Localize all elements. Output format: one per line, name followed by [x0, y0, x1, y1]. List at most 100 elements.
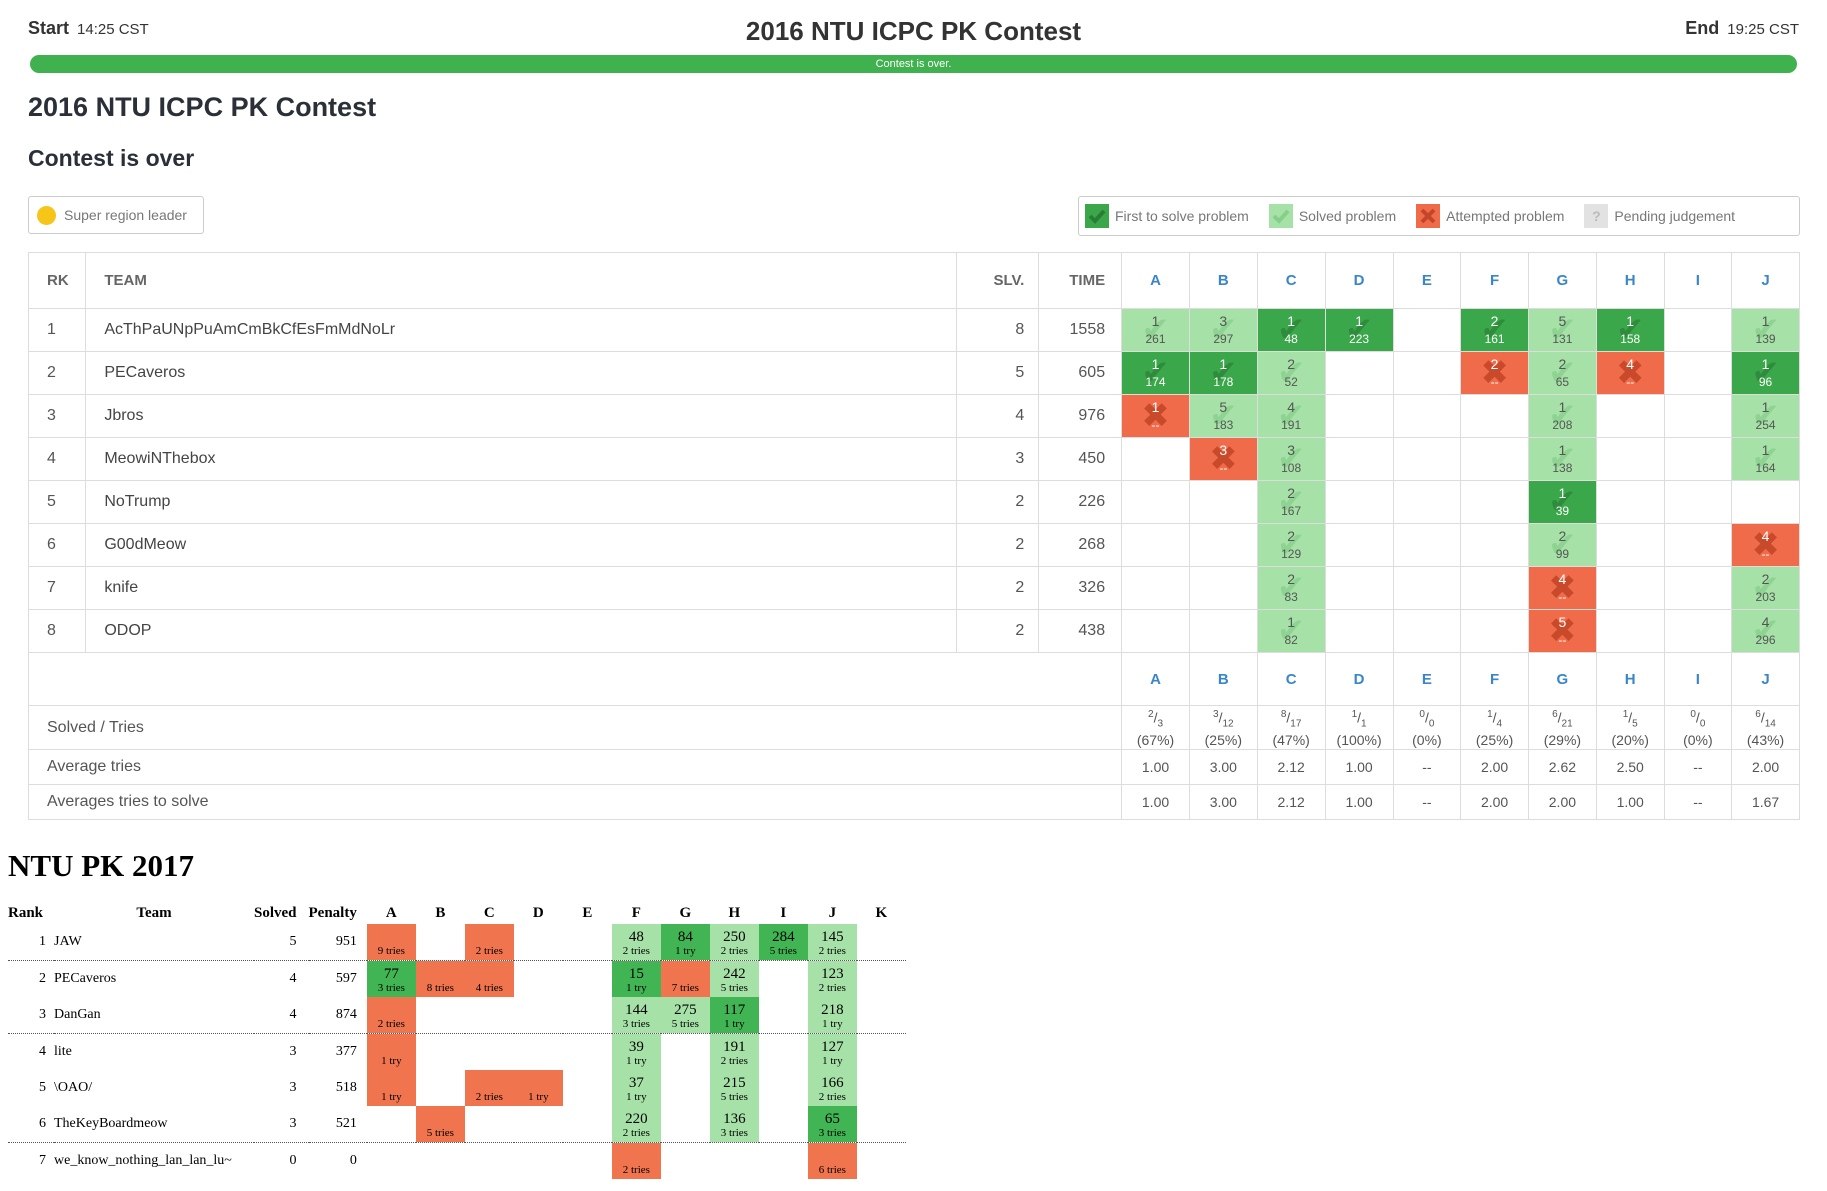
pk-team[interactable]: DanGan: [54, 997, 254, 1034]
team-row[interactable]: 8 ODOP 2 438 ✔ 1 82 ✖ 5 -- ✔ 4 296: [27, 609, 1800, 653]
pk-problem-cell-f[interactable]: 37 1 try: [611, 1070, 661, 1106]
problem-cell-h[interactable]: ✔ 1 158: [1595, 308, 1665, 352]
pk-team[interactable]: TheKeyBoardmeow: [54, 1106, 254, 1143]
pk-team-row[interactable]: 2 PECaveros 4 597 77 3 tries 8 tries 4 tries 15 1…: [8, 961, 906, 998]
pk-problem-cell-h[interactable]: 117 1 try: [709, 997, 759, 1034]
pk-problem-cell-c[interactable]: 2 tries: [464, 924, 514, 961]
pk-problem-cell-h[interactable]: 242 5 tries: [709, 961, 759, 997]
problem-header-i[interactable]: I: [1663, 252, 1733, 309]
problem-cell-g[interactable]: ✔ 1 39: [1527, 480, 1597, 524]
pk-problem-cell-a[interactable]: 1 try: [366, 1034, 416, 1070]
stats-problem-a[interactable]: A: [1121, 652, 1190, 706]
problem-cell-j[interactable]: ✔ 2 203: [1731, 566, 1800, 610]
stats-problem-i[interactable]: I: [1663, 652, 1733, 706]
pk-problem-cell-j[interactable]: 65 3 tries: [807, 1106, 857, 1143]
pk-problem-cell-b[interactable]: 8 tries: [415, 961, 465, 997]
pk-problem-cell-g[interactable]: 84 1 try: [660, 924, 710, 961]
problem-cell-j[interactable]: ✔ 1 139: [1731, 308, 1800, 352]
problem-cell-f[interactable]: ✔ 2 161: [1460, 308, 1529, 352]
pk-problem-cell-d[interactable]: 1 try: [513, 1070, 563, 1106]
pk-problem-cell-g[interactable]: 7 tries: [660, 961, 710, 997]
pk-problem-cell-f[interactable]: 15 1 try: [611, 961, 661, 997]
pk-problem-cell-j[interactable]: 6 tries: [807, 1143, 857, 1179]
problem-cell-c[interactable]: ✔ 1 48: [1256, 308, 1326, 352]
stats-problem-e[interactable]: E: [1392, 652, 1462, 706]
problem-cell-g[interactable]: ✖ 5 --: [1527, 609, 1597, 653]
pk-problem-cell-h[interactable]: 136 3 tries: [709, 1106, 759, 1143]
team-name[interactable]: ODOP: [85, 609, 957, 653]
problem-cell-g[interactable]: ✖ 4 --: [1527, 566, 1597, 610]
problem-cell-j[interactable]: ✔ 1 164: [1731, 437, 1800, 481]
problem-cell-b[interactable]: ✔ 3 297: [1188, 308, 1258, 352]
pk-problem-cell-j[interactable]: 218 1 try: [807, 997, 857, 1034]
problem-header-d[interactable]: D: [1324, 252, 1394, 309]
stats-problem-g[interactable]: G: [1527, 652, 1597, 706]
stats-problem-h[interactable]: H: [1595, 652, 1665, 706]
problem-header-f[interactable]: F: [1460, 252, 1529, 309]
pk-problem-cell-f[interactable]: 144 3 tries: [611, 997, 661, 1034]
problem-cell-c[interactable]: ✔ 2 167: [1256, 480, 1326, 524]
problem-cell-a[interactable]: ✔ 1 174: [1121, 351, 1190, 395]
team-name[interactable]: knife: [85, 566, 957, 610]
pk-problem-cell-h[interactable]: 215 5 tries: [709, 1070, 759, 1106]
pk-team-row[interactable]: 6 TheKeyBoardmeow 3 521 5 tries 220 2 tries 136…: [8, 1106, 906, 1143]
pk-problem-cell-f[interactable]: 2 tries: [611, 1143, 661, 1179]
pk-team-row[interactable]: 7 we_know_nothing_lan_lan_lu~ 0 0 2 tries 6 t…: [8, 1143, 906, 1180]
problem-cell-g[interactable]: ✔ 5 131: [1527, 308, 1597, 352]
pk-problem-cell-a[interactable]: 77 3 tries: [366, 961, 416, 997]
pk-problem-cell-j[interactable]: 123 2 tries: [807, 961, 857, 997]
problem-cell-g[interactable]: ✔ 2 65: [1527, 351, 1597, 395]
pk-team[interactable]: lite: [54, 1034, 254, 1071]
problem-cell-j[interactable]: ✖ 4 --: [1731, 523, 1800, 567]
pk-team[interactable]: PECaveros: [54, 961, 254, 998]
pk-problem-cell-a[interactable]: 1 try: [366, 1070, 416, 1106]
pk-problem-cell-h[interactable]: 250 2 tries: [709, 924, 759, 961]
stats-problem-c[interactable]: C: [1256, 652, 1326, 706]
problem-header-b[interactable]: B: [1188, 252, 1258, 309]
team-row[interactable]: 3 Jbros 4 976 ✖ 1 -- ✔ 5 183 ✔ 4 191 ✔ 1 208 ✔ 1 254: [27, 394, 1800, 438]
problem-header-e[interactable]: E: [1392, 252, 1462, 309]
pk-team-row[interactable]: 4 lite 3 377 1 try 39 1 try 191 2 tries 127 1 try: [8, 1034, 906, 1071]
problem-header-g[interactable]: G: [1527, 252, 1597, 309]
pk-problem-cell-a[interactable]: 9 tries: [366, 924, 416, 961]
problem-cell-f[interactable]: ✖ 2 --: [1460, 351, 1529, 395]
problem-cell-j[interactable]: ✔ 4 296: [1731, 609, 1800, 653]
problem-header-j[interactable]: J: [1731, 252, 1800, 309]
pk-problem-cell-f[interactable]: 220 2 tries: [611, 1106, 661, 1143]
problem-cell-b[interactable]: ✖ 3 --: [1188, 437, 1258, 481]
problem-cell-h[interactable]: ✖ 4 --: [1595, 351, 1665, 395]
problem-cell-c[interactable]: ✔ 3 108: [1256, 437, 1326, 481]
problem-cell-c[interactable]: ✔ 2 83: [1256, 566, 1326, 610]
pk-team[interactable]: \OAO/: [54, 1070, 254, 1106]
pk-problem-cell-c[interactable]: 2 tries: [464, 1070, 514, 1106]
pk-problem-cell-i[interactable]: 284 5 tries: [758, 924, 808, 961]
team-name[interactable]: NoTrump: [85, 480, 957, 524]
pk-problem-cell-g[interactable]: 275 5 tries: [660, 997, 710, 1034]
pk-team[interactable]: we_know_nothing_lan_lan_lu~: [54, 1143, 254, 1180]
stats-problem-b[interactable]: B: [1188, 652, 1258, 706]
team-header[interactable]: TEAM: [85, 252, 957, 309]
problem-cell-a[interactable]: ✖ 1 --: [1121, 394, 1190, 438]
team-name[interactable]: PECaveros: [85, 351, 957, 395]
problem-cell-g[interactable]: ✔ 1 208: [1527, 394, 1597, 438]
problem-header-h[interactable]: H: [1595, 252, 1665, 309]
problem-header-a[interactable]: A: [1121, 252, 1190, 309]
pk-team[interactable]: JAW: [54, 924, 254, 961]
pk-problem-cell-f[interactable]: 48 2 tries: [611, 924, 661, 961]
team-name[interactable]: Jbros: [85, 394, 957, 438]
team-row[interactable]: 7 knife 2 326 ✔ 2 83 ✖ 4 -- ✔ 2 203: [27, 566, 1800, 610]
problem-cell-c[interactable]: ✔ 1 82: [1256, 609, 1326, 653]
problem-cell-b[interactable]: ✔ 5 183: [1188, 394, 1258, 438]
team-row[interactable]: 6 G00dMeow 2 268 ✔ 2 129 ✔ 2 99 ✖ 4 --: [27, 523, 1800, 567]
stats-problem-f[interactable]: F: [1460, 652, 1529, 706]
pk-problem-cell-c[interactable]: 4 tries: [464, 961, 514, 997]
pk-problem-cell-h[interactable]: 191 2 tries: [709, 1034, 759, 1070]
pk-problem-cell-b[interactable]: 5 tries: [415, 1106, 465, 1143]
pk-problem-cell-j[interactable]: 166 2 tries: [807, 1070, 857, 1106]
pk-team-row[interactable]: 3 DanGan 4 874 2 tries 144 3 tries 275 5 tries 11…: [8, 997, 906, 1034]
problem-cell-c[interactable]: ✔ 2 129: [1256, 523, 1326, 567]
team-name[interactable]: MeowiNThebox: [85, 437, 957, 481]
problem-cell-c[interactable]: ✔ 4 191: [1256, 394, 1326, 438]
pk-problem-cell-j[interactable]: 127 1 try: [807, 1034, 857, 1070]
stats-problem-d[interactable]: D: [1324, 652, 1394, 706]
